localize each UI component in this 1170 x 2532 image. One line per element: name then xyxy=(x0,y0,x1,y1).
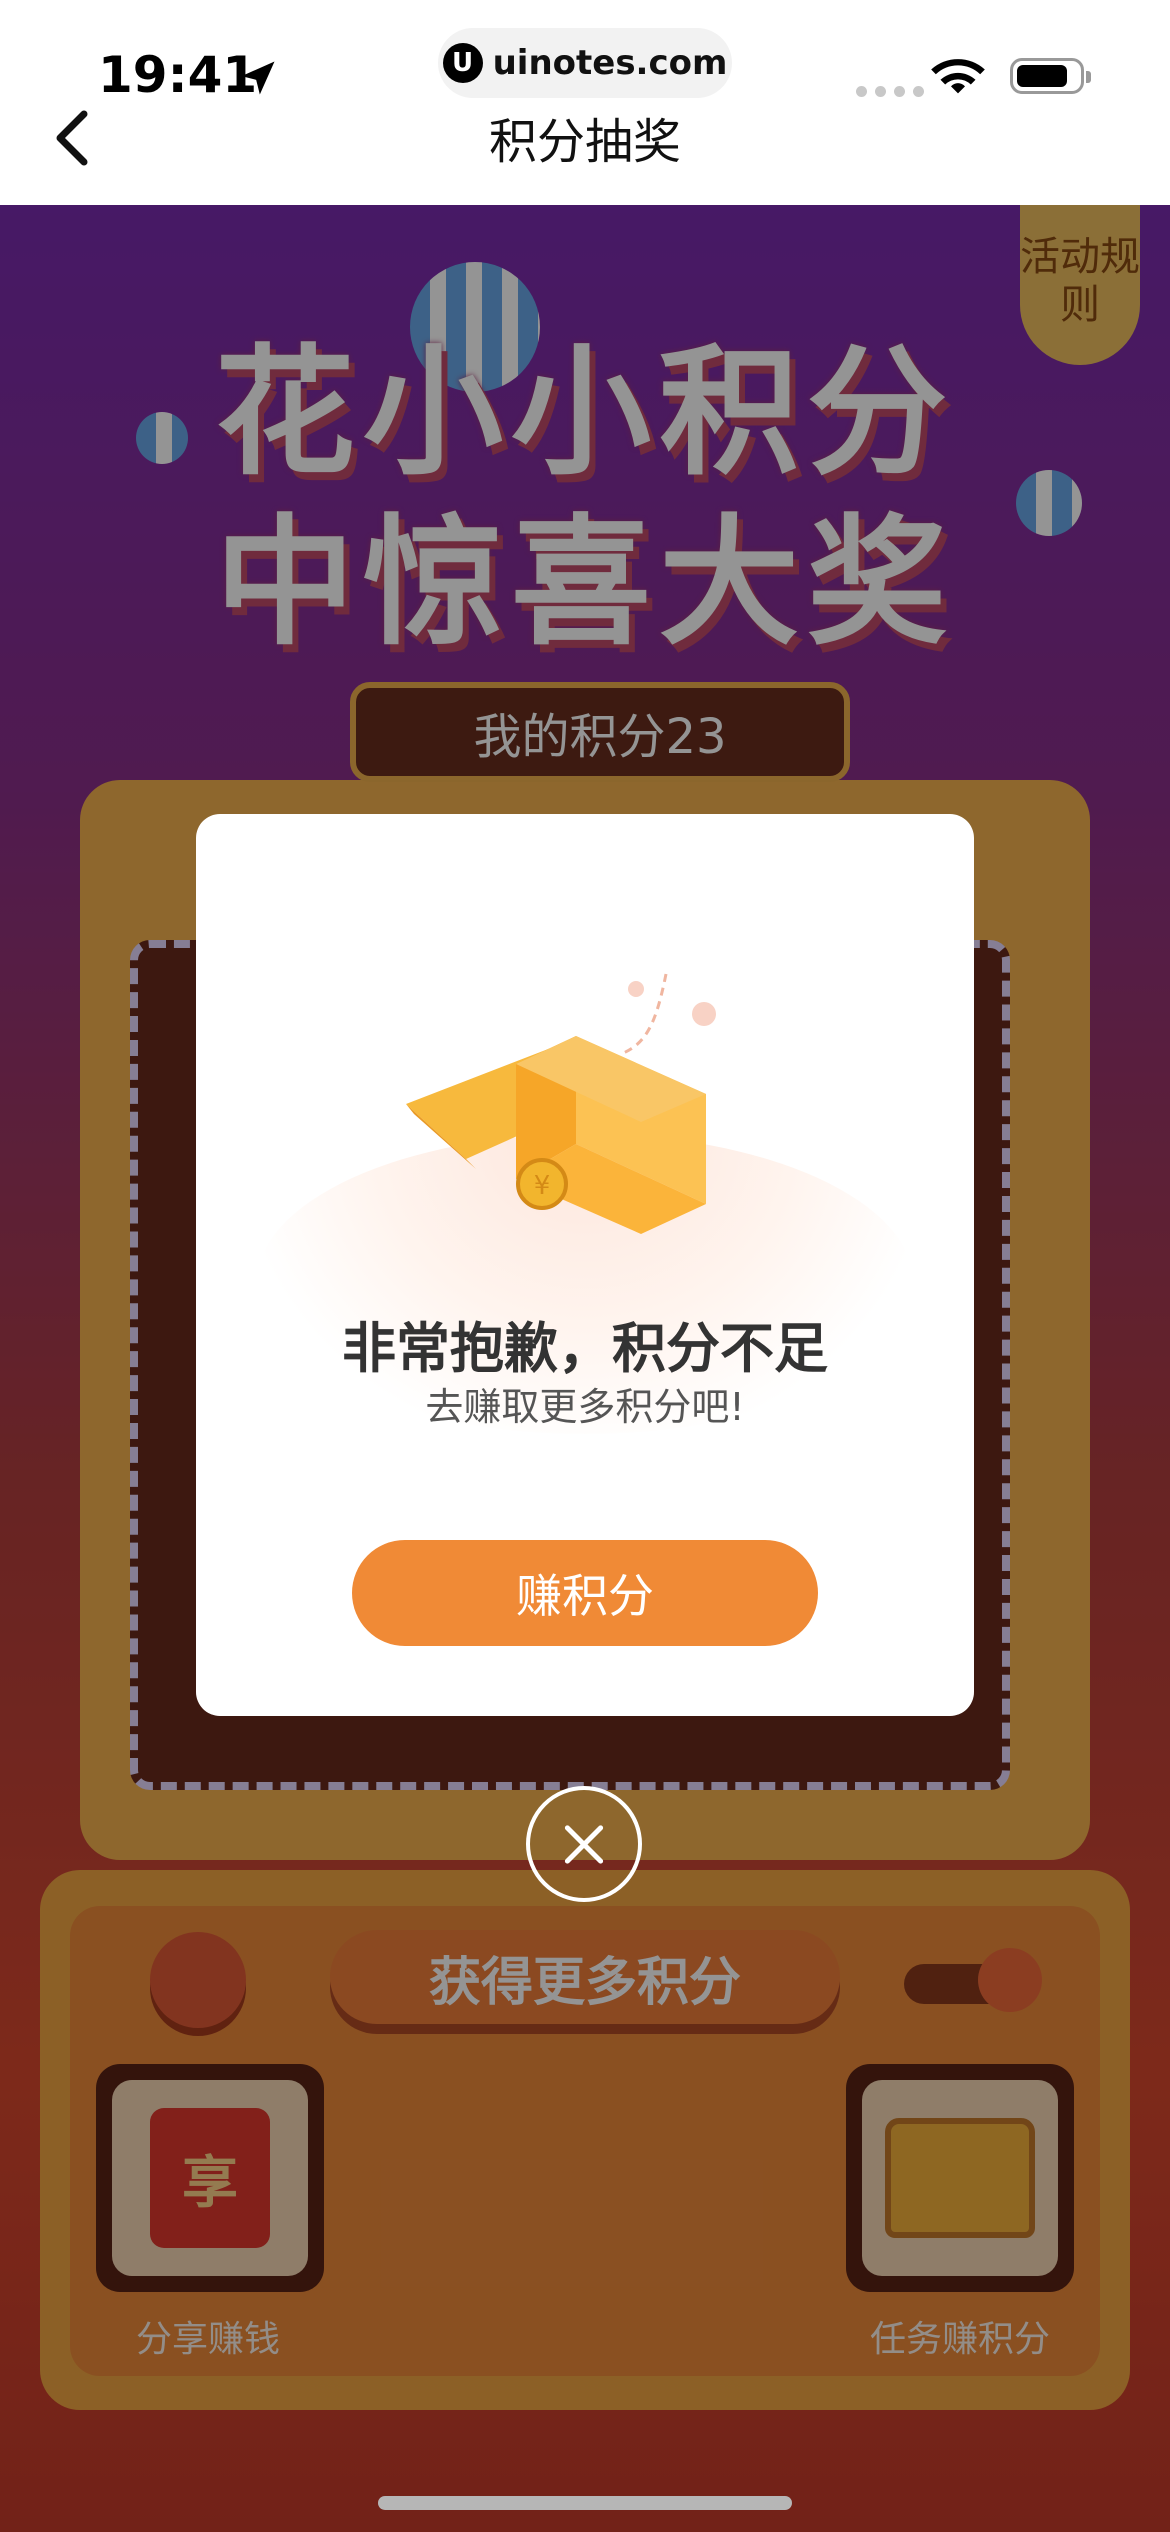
home-indicator xyxy=(378,2496,792,2510)
battery-icon xyxy=(1010,58,1091,94)
page-title: 积分抽奖 xyxy=(488,114,681,170)
svg-text:¥: ¥ xyxy=(534,1171,551,1201)
url-text: uinotes.com xyxy=(492,43,728,83)
dialog-title: 非常抱歉，积分不足 xyxy=(342,1317,828,1380)
url-bar[interactable]: U uinotes.com xyxy=(438,28,732,98)
dialog-subtitle: 去赚取更多积分吧! xyxy=(425,1385,745,1429)
earn-points-button[interactable]: 赚积分 xyxy=(352,1540,818,1646)
wifi-icon xyxy=(931,59,985,94)
close-icon[interactable] xyxy=(526,1786,642,1902)
open-gift-box-icon: ¥ xyxy=(406,973,716,1234)
signal-dots-icon xyxy=(856,86,924,97)
location-arrow-icon xyxy=(241,61,275,95)
insufficient-points-dialog: ¥ 非常抱歉，积分不足 去赚取更多积分吧! 赚积分 xyxy=(196,814,974,1716)
status-bar: 19:41 U uinotes.com 积分抽奖 xyxy=(0,0,1170,205)
site-logo-icon: U xyxy=(442,43,483,83)
status-time: 19:41 xyxy=(98,46,258,104)
